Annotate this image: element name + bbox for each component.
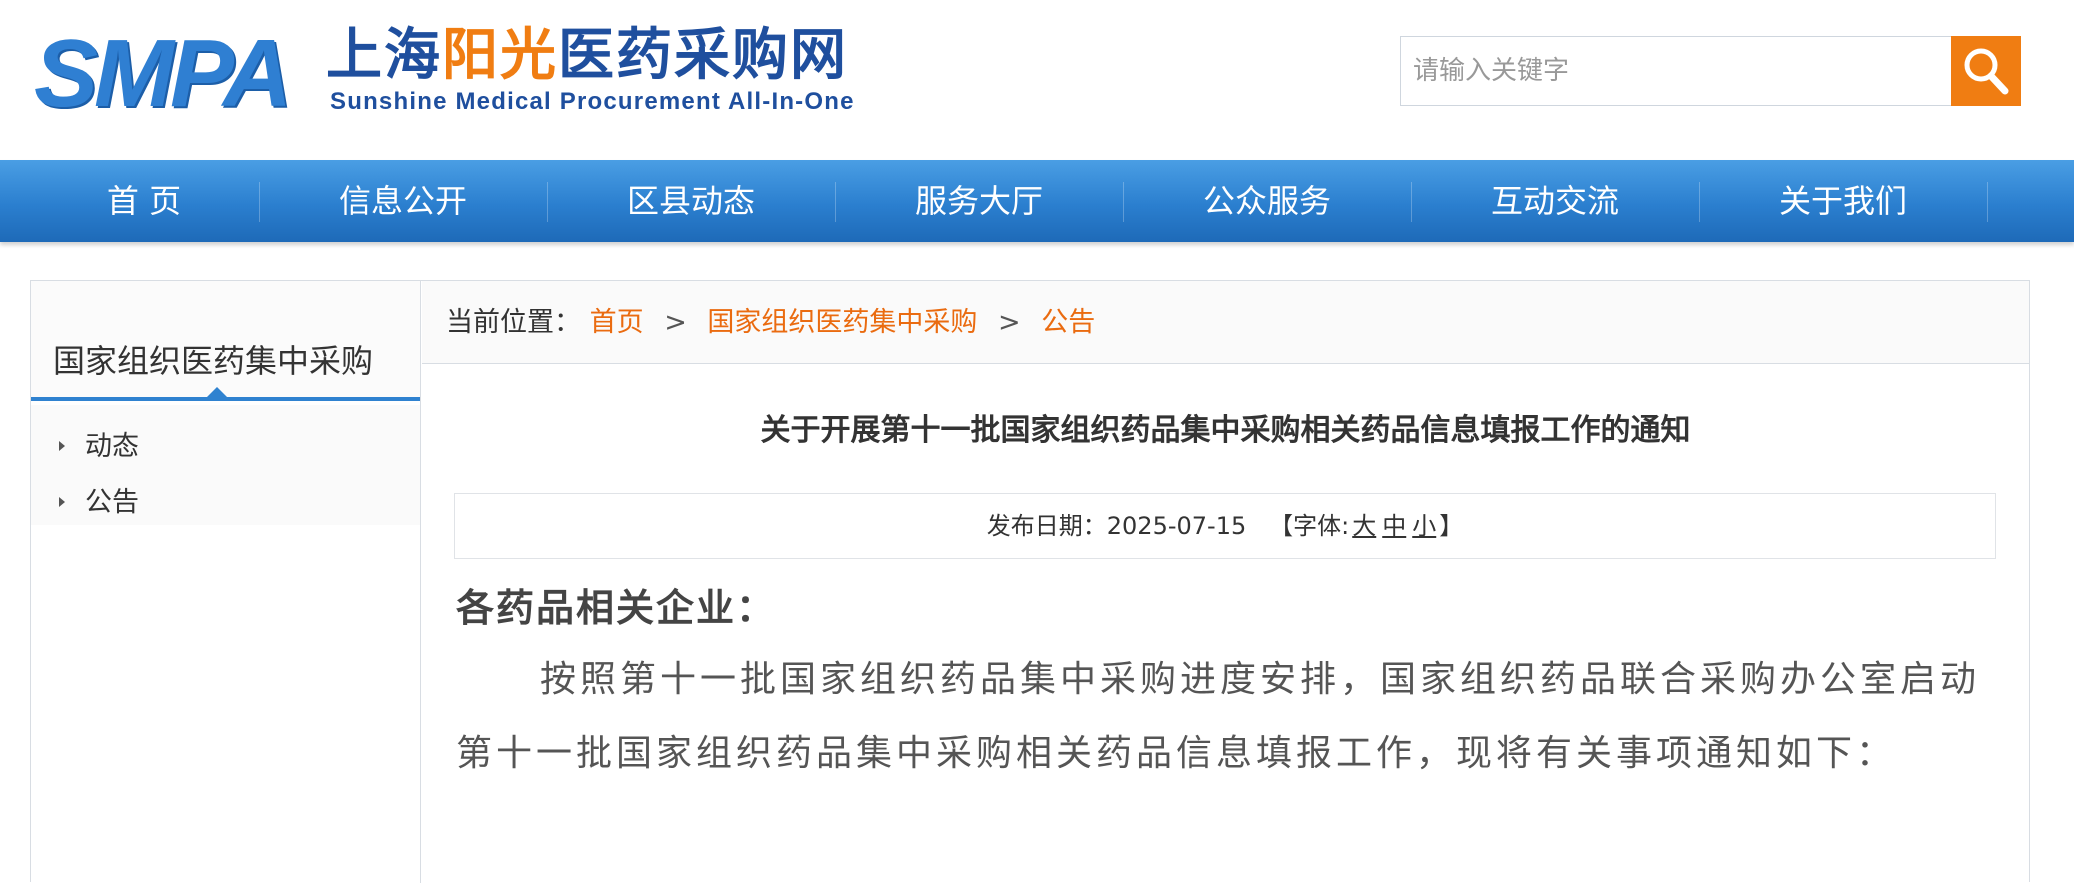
nav-item-info[interactable]: 信息公开 xyxy=(259,160,547,242)
nav-item-service-hall[interactable]: 服务大厅 xyxy=(835,160,1123,242)
logo-english-name: Sunshine Medical Procurement All-In-One xyxy=(330,88,855,115)
logo-cn-part1: 上海 xyxy=(326,23,442,88)
sidebar-title-text: 国家组织医药集中采购 xyxy=(53,342,374,380)
date-label: 发布日期： xyxy=(986,512,1107,540)
breadcrumb-label: 当前位置： xyxy=(446,307,581,338)
sidebar: 国家组织医药集中采购 动态 公告 xyxy=(31,281,421,883)
breadcrumb-link-home[interactable]: 首页 xyxy=(590,307,644,338)
article-paragraph: 按照第十一批国家组织药品集中采购进度安排，国家组织药品联合采购办公室启动第十一批… xyxy=(456,659,1981,774)
breadcrumb-separator: > xyxy=(664,307,687,338)
triangle-right-icon xyxy=(59,440,65,451)
search-icon xyxy=(1964,48,2009,95)
nav-item-home[interactable]: 首 页 xyxy=(0,160,288,242)
breadcrumb: 当前位置： 首页 > 国家组织医药集中采购 > 公告 xyxy=(422,281,2029,364)
breadcrumb-separator: > xyxy=(998,307,1021,338)
font-size-label-open: 【字体: xyxy=(1269,512,1350,540)
logo-chinese-name: 上海阳光医药采购网 xyxy=(326,24,848,88)
site-logo[interactable]: SMPA 上海阳光医药采购网 Sunshine Medical Procurem… xyxy=(34,22,874,122)
site-header: SMPA 上海阳光医药采购网 Sunshine Medical Procurem… xyxy=(0,0,2074,160)
publish-date: 2025-07-15 xyxy=(1106,512,1247,540)
article-meta: 发布日期：2025-07-15 【字体: 大中小】 xyxy=(454,493,1996,559)
sidebar-item-announcements[interactable]: 公告 xyxy=(59,483,139,523)
article-body: 各药品相关企业： 按照第十一批国家组织药品集中采购进度安排，国家组织药品联合采购… xyxy=(456,583,1996,791)
font-size-label-close: 】 xyxy=(1439,512,1464,540)
nav-item-about[interactable]: 关于我们 xyxy=(1699,160,1987,242)
sidebar-item-label: 公告 xyxy=(85,487,139,518)
nav-item-district[interactable]: 区县动态 xyxy=(547,160,835,242)
sidebar-item-label: 动态 xyxy=(85,431,139,462)
search-input[interactable] xyxy=(1401,37,1951,105)
logo-abbr: SMPA xyxy=(34,20,292,127)
main-frame: 国家组织医药集中采购 动态 公告 当前位置： 首页 > 国家组织医药集中采购 >… xyxy=(30,280,2030,883)
main-nav: 首 页 信息公开 区县动态 服务大厅 公众服务 互动交流 关于我们 xyxy=(0,160,2074,242)
logo-cn-part3: 医药采购网 xyxy=(558,23,848,88)
nav-item-public[interactable]: 公众服务 xyxy=(1123,160,1411,242)
nav-divider xyxy=(1987,182,1988,222)
sidebar-caret-icon xyxy=(207,387,227,397)
sidebar-list: 动态 公告 xyxy=(31,405,420,525)
search-button[interactable] xyxy=(1951,36,2021,106)
font-size-large-link[interactable]: 大 xyxy=(1352,512,1376,540)
sidebar-title: 国家组织医药集中采购 xyxy=(31,281,420,401)
search-box xyxy=(1400,36,1952,106)
article-salutation: 各药品相关企业： xyxy=(456,585,777,630)
article-title: 关于开展第十一批国家组织药品集中采购相关药品信息填报工作的通知 xyxy=(760,413,1691,448)
logo-cn-part2: 阳光 xyxy=(442,23,558,88)
breadcrumb-link-announcements[interactable]: 公告 xyxy=(1041,307,1095,338)
font-size-small-link[interactable]: 小 xyxy=(1412,512,1436,540)
font-size-medium-link[interactable]: 中 xyxy=(1382,512,1406,540)
content-area: 当前位置： 首页 > 国家组织医药集中采购 > 公告 关于开展第十一批国家组织药… xyxy=(422,281,2029,883)
nav-item-interaction[interactable]: 互动交流 xyxy=(1411,160,1699,242)
sidebar-item-news[interactable]: 动态 xyxy=(59,427,139,467)
triangle-right-icon xyxy=(59,496,65,507)
breadcrumb-link-category[interactable]: 国家组织医药集中采购 xyxy=(707,307,977,338)
